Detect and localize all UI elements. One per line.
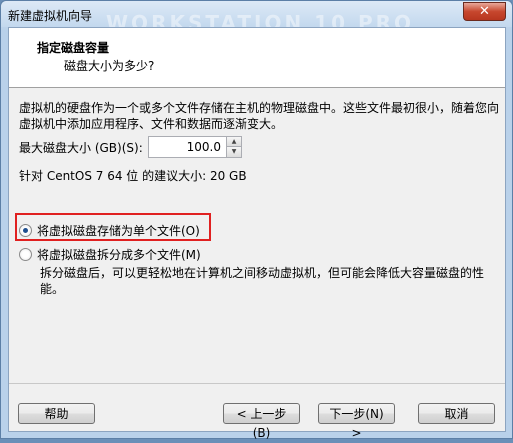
max-disk-size-label: 最大磁盘大小 (GB)(S): (19, 141, 143, 155)
split-description: 拆分磁盘后，可以更轻松地在计算机之间移动虚拟机，但可能会降低大容量磁盘的性能。 (40, 266, 485, 296)
cancel-button[interactable]: 取消 (418, 403, 495, 424)
radio-split-files-label[interactable]: 将虚拟磁盘拆分成多个文件(M) (37, 246, 201, 263)
stepper-buttons: ▲ ▼ (226, 137, 241, 157)
back-button[interactable]: < 上一步(B) (223, 403, 300, 440)
close-button[interactable]: ✕ (463, 2, 506, 21)
dialog-client: 指定磁盘容量 磁盘大小为多少? 虚拟机的硬盘作为一个或多个文件存储在主机的物理磁… (8, 27, 506, 440)
page-subtitle: 磁盘大小为多少? (64, 59, 155, 73)
footer-divider (9, 383, 505, 384)
disk-size-stepper[interactable]: 100.0 ▲ ▼ (148, 136, 242, 158)
radio-single-file[interactable]: 将虚拟磁盘存储为单个文件(O) (19, 222, 200, 239)
radio-split-files[interactable]: 将虚拟磁盘拆分成多个文件(M) (19, 246, 201, 263)
page-title: 指定磁盘容量 (37, 41, 110, 55)
stepper-down-button[interactable]: ▼ (226, 147, 241, 157)
stepper-up-button[interactable]: ▲ (226, 137, 241, 147)
disk-size-value[interactable]: 100.0 (187, 140, 221, 154)
disk-description: 虚拟机的硬盘作为一个或多个文件存储在主机的物理磁盘中。这些文件最初很小，随着您向… (19, 101, 500, 131)
radio-single-file-label[interactable]: 将虚拟磁盘存储为单个文件(O) (37, 222, 200, 239)
wizard-header: 指定磁盘容量 磁盘大小为多少? (9, 28, 505, 88)
help-button[interactable]: 帮助 (18, 403, 95, 424)
next-button[interactable]: 下一步(N) > (318, 403, 395, 440)
chevron-up-icon: ▲ (231, 138, 237, 145)
window-title: 新建虚拟机向导 (8, 9, 93, 23)
radio-button-unchecked[interactable] (19, 248, 32, 261)
chevron-down-icon: ▼ (231, 148, 237, 155)
close-icon: ✕ (479, 4, 490, 19)
recommended-size-text: 针对 CentOS 7 64 位 的建议大小: 20 GB (19, 169, 247, 183)
wizard-window: 新建虚拟机向导 WORKSTATION 10 PRO ✕ 指定磁盘容量 磁盘大小… (0, 0, 513, 440)
radio-button-checked[interactable] (19, 224, 32, 237)
title-bar[interactable]: 新建虚拟机向导 WORKSTATION 10 PRO ✕ (1, 1, 512, 35)
